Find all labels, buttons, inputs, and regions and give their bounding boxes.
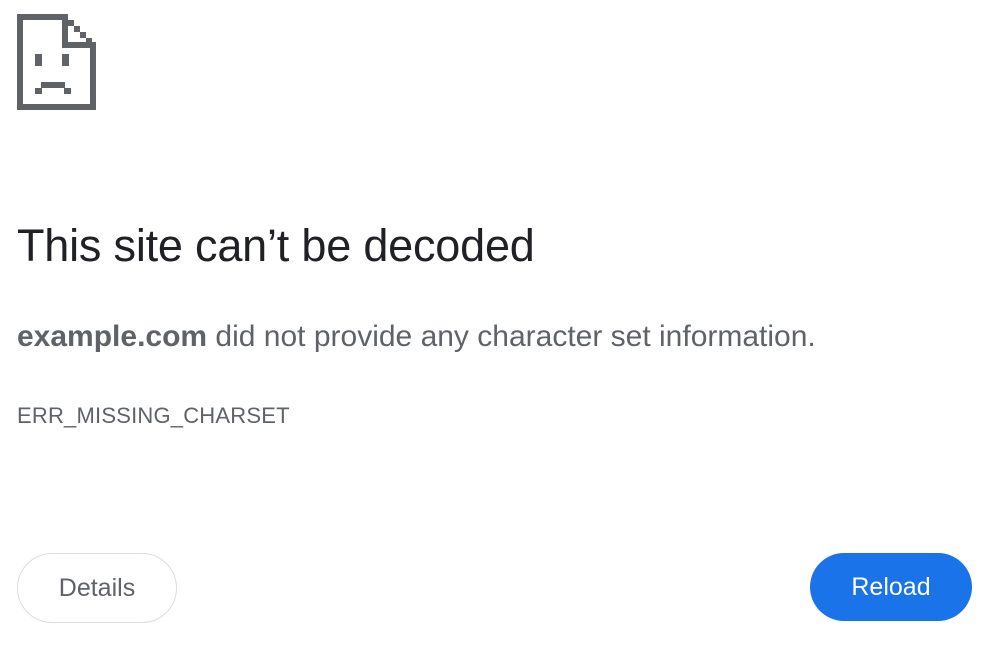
sad-page-icon: [17, 14, 96, 110]
error-code: ERR_MISSING_CHARSET: [17, 403, 290, 428]
page-title: This site can’t be decoded: [17, 220, 535, 271]
error-message: did not provide any character set inform…: [207, 320, 816, 353]
error-summary: example.com did not provide any characte…: [17, 315, 816, 359]
host-name: example.com: [17, 320, 208, 353]
details-button[interactable]: Details: [17, 553, 177, 623]
reload-button[interactable]: Reload: [810, 553, 972, 621]
